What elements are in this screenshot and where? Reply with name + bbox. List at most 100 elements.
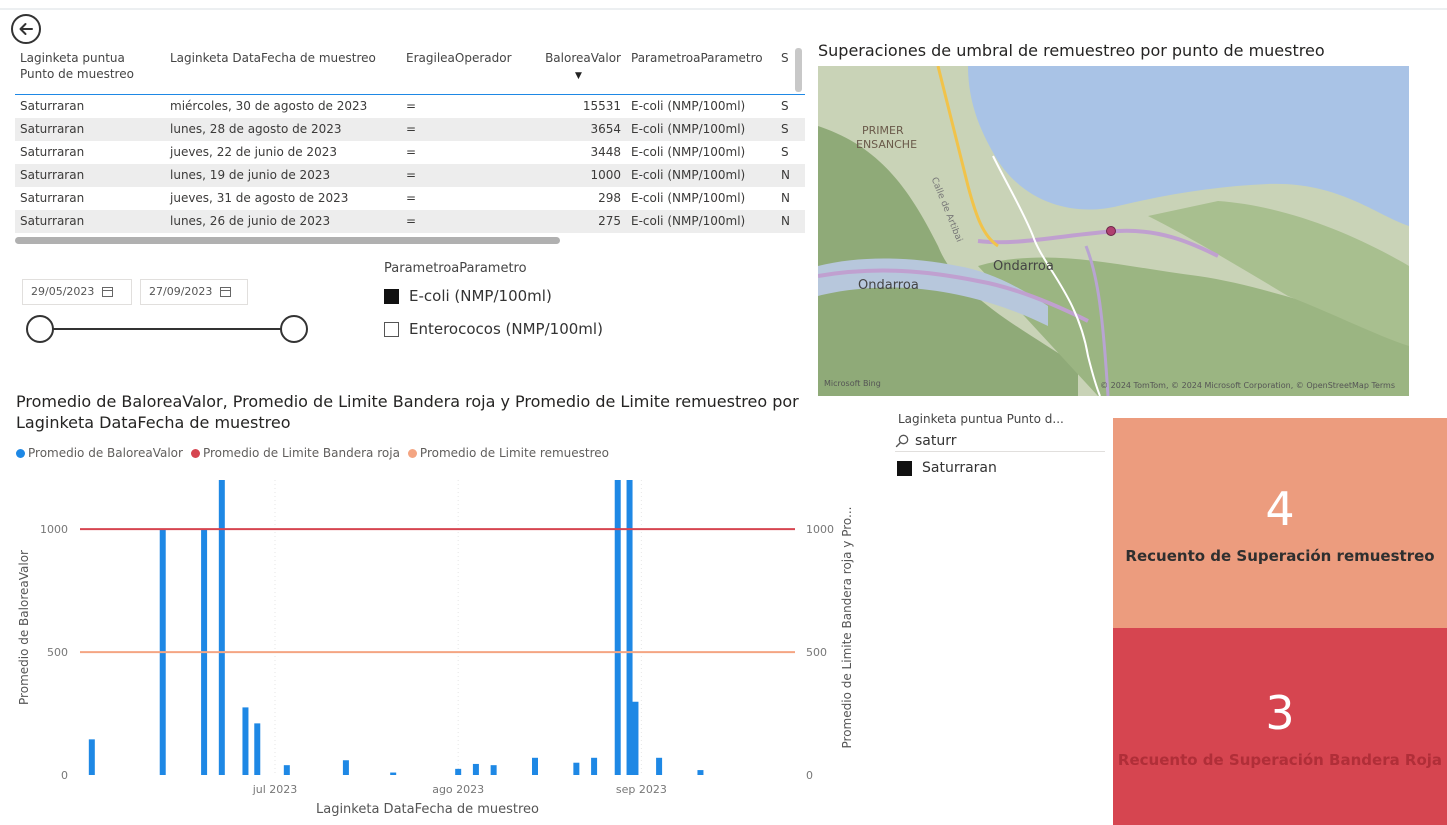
table-cell-parametro: E-coli (NMP/100ml) bbox=[631, 144, 746, 159]
data-table[interactable]: Laginketa puntua Punto de muestreo Lagin… bbox=[15, 46, 805, 236]
y2-tick-label: 500 bbox=[806, 646, 827, 659]
table-header-row: Laginketa puntua Punto de muestreo Lagin… bbox=[15, 46, 805, 95]
column-header-punto[interactable]: Laginketa puntua Punto de muestreo bbox=[15, 46, 165, 95]
card-value: 4 bbox=[1265, 482, 1295, 536]
start-date-value: 29/05/2023 bbox=[31, 285, 95, 298]
legend-item-bandera-roja[interactable]: Promedio de Limite Bandera roja bbox=[190, 446, 400, 460]
table-cell-extra: N bbox=[776, 209, 805, 233]
x-tick-label: ago 2023 bbox=[432, 783, 484, 796]
value-bar[interactable] bbox=[88, 739, 95, 775]
value-bar[interactable] bbox=[218, 480, 225, 775]
param-option-label: E-coli (NMP/100ml) bbox=[409, 287, 552, 305]
y2-axis-title: Promedio de Limite Bandera roja y Pro... bbox=[840, 507, 854, 749]
table-cell-fecha: lunes, 19 de junio de 2023 bbox=[165, 163, 401, 187]
value-bar[interactable] bbox=[283, 765, 290, 775]
y-tick-label: 1000 bbox=[40, 523, 68, 536]
card-superacion-remuestreo[interactable]: 4 Recuento de Superación remuestreo bbox=[1113, 418, 1447, 628]
value-bar[interactable] bbox=[390, 772, 397, 775]
table-row[interactable]: Saturraran lunes, 19 de junio de 2023 = 100… bbox=[15, 163, 805, 187]
combo-chart[interactable]: 0 500 1000 0 500 1000 jul 2023 ago 2023 sep 2023… bbox=[0, 462, 860, 825]
value-bar[interactable] bbox=[614, 480, 621, 775]
punto-search-input[interactable]: saturr bbox=[895, 430, 1105, 452]
value-bar[interactable] bbox=[342, 760, 349, 775]
map-provider-logo: Microsoft Bing bbox=[824, 379, 881, 388]
value-bar[interactable] bbox=[242, 707, 249, 775]
report-canvas: Laginketa puntua Punto de muestreo Lagin… bbox=[0, 0, 1447, 825]
y2-tick-label: 1000 bbox=[806, 523, 834, 536]
table-row[interactable]: Saturraran lunes, 28 de agosto de 2023 = 36… bbox=[15, 117, 805, 141]
table-cell-parametro: E-coli (NMP/100ml) bbox=[631, 98, 746, 113]
start-date-input[interactable]: 29/05/2023 bbox=[22, 279, 132, 305]
value-bar[interactable] bbox=[455, 768, 462, 775]
table-cell-parametro: E-coli (NMP/100ml) bbox=[626, 163, 776, 187]
table-cell-valor: 1000 bbox=[531, 163, 626, 187]
date-range-end-handle[interactable] bbox=[280, 315, 308, 343]
end-date-input[interactable]: 27/09/2023 bbox=[140, 279, 248, 305]
table-row[interactable]: Saturraran jueves, 22 de junio de 2023 = 34… bbox=[15, 141, 805, 164]
checkbox-icon[interactable] bbox=[384, 288, 399, 304]
legend-marker bbox=[16, 448, 25, 458]
value-bar[interactable] bbox=[573, 762, 580, 775]
table-row[interactable]: Saturraran lunes, 26 de junio de 2023 = 275… bbox=[15, 209, 805, 233]
calendar-icon[interactable] bbox=[220, 287, 232, 297]
value-bar[interactable] bbox=[490, 765, 497, 775]
column-header-fecha[interactable]: Laginketa DataFecha de muestreo bbox=[165, 46, 401, 95]
value-bar[interactable] bbox=[591, 757, 598, 775]
legend-label: Promedio de Limite remuestreo bbox=[419, 446, 609, 460]
column-header-valor[interactable]: BaloreaValor ▼ bbox=[531, 46, 626, 95]
column-header-parametro[interactable]: ParametroaParametro bbox=[626, 46, 776, 95]
map-visual[interactable]: PRIMER ENSANCHE Ondarroa Ondarroa Calle … bbox=[818, 66, 1409, 396]
y-tick-label: 500 bbox=[47, 646, 68, 659]
map-label-ondarroa-east: Ondarroa bbox=[993, 259, 1054, 274]
y2-tick-label: 0 bbox=[806, 769, 813, 782]
table-cell-valor: 15531 bbox=[582, 98, 621, 113]
calendar-icon[interactable] bbox=[102, 287, 114, 297]
map-label-primer: PRIMER bbox=[862, 124, 904, 137]
table-cell-fecha: miércoles, 30 de agosto de 2023 bbox=[170, 98, 368, 113]
table-cell-punto: Saturraran bbox=[20, 190, 85, 205]
value-bar[interactable] bbox=[472, 763, 479, 775]
map-copyright[interactable]: © 2024 TomTom, © 2024 Microsoft Corporat… bbox=[1100, 381, 1395, 390]
checkbox-icon[interactable] bbox=[384, 321, 399, 337]
x-tick-label: sep 2023 bbox=[616, 783, 667, 796]
value-bar[interactable] bbox=[532, 757, 538, 775]
column-header-operador[interactable]: EragileaOperador bbox=[401, 46, 531, 95]
punto-option-label: Saturraran bbox=[922, 460, 997, 476]
value-bar[interactable] bbox=[626, 480, 633, 775]
table-cell-extra: N bbox=[776, 163, 805, 187]
legend-item-valor[interactable]: Promedio de BaloreaValor bbox=[16, 446, 183, 460]
chart-title: Promedio de BaloreaValor, Promedio de Li… bbox=[16, 392, 799, 432]
table-cell-punto: Saturraran bbox=[15, 117, 165, 141]
legend-item-remuestreo[interactable]: Promedio de Limite remuestreo bbox=[407, 446, 609, 460]
map-location-marker[interactable] bbox=[1106, 226, 1116, 236]
value-bar[interactable] bbox=[697, 770, 704, 775]
legend-marker bbox=[407, 448, 417, 458]
table-cell-parametro: E-coli (NMP/100ml) bbox=[626, 209, 776, 233]
back-button[interactable] bbox=[11, 14, 41, 44]
punto-option-saturraran[interactable]: Saturraran bbox=[897, 460, 997, 476]
table-horizontal-scrollbar[interactable] bbox=[15, 237, 560, 244]
param-option-enterococos[interactable]: Enterococos (NMP/100ml) bbox=[384, 318, 603, 340]
card-label: Recuento de Superación remuestreo bbox=[1125, 547, 1435, 565]
value-bar[interactable] bbox=[632, 701, 639, 775]
sort-desc-icon: ▼ bbox=[575, 71, 582, 81]
date-range-slider-track[interactable] bbox=[40, 328, 294, 330]
x-tick-label: jul 2023 bbox=[252, 783, 298, 796]
table-row[interactable]: Saturraran jueves, 31 de agosto de 2023 = 2… bbox=[15, 187, 805, 210]
checkbox-icon[interactable] bbox=[897, 460, 912, 476]
table-cell-operador: = bbox=[406, 144, 417, 159]
param-slicer-title: ParametroaParametro bbox=[384, 261, 527, 276]
card-superacion-bandera-roja[interactable]: 3 Recuento de Superación Bandera Roja bbox=[1113, 628, 1447, 825]
value-bar[interactable] bbox=[254, 723, 261, 775]
chart-legend[interactable]: Promedio de BaloreaValor Promedio de Lim… bbox=[16, 446, 609, 460]
table-cell-operador: = bbox=[406, 98, 417, 113]
legend-label: Promedio de BaloreaValor bbox=[28, 446, 183, 460]
value-bar[interactable] bbox=[656, 757, 663, 775]
param-option-ecoli[interactable]: E-coli (NMP/100ml) bbox=[384, 285, 552, 307]
table-cell-punto: Saturraran bbox=[15, 163, 165, 187]
table-row[interactable]: Saturraran miércoles, 30 de agosto de 202… bbox=[15, 94, 805, 118]
table-cell-valor: 3448 bbox=[590, 144, 621, 159]
table-vertical-scrollbar[interactable] bbox=[795, 48, 802, 92]
date-range-start-handle[interactable] bbox=[26, 315, 54, 343]
y-axis-title: Promedio de BaloreaValor bbox=[17, 550, 31, 705]
